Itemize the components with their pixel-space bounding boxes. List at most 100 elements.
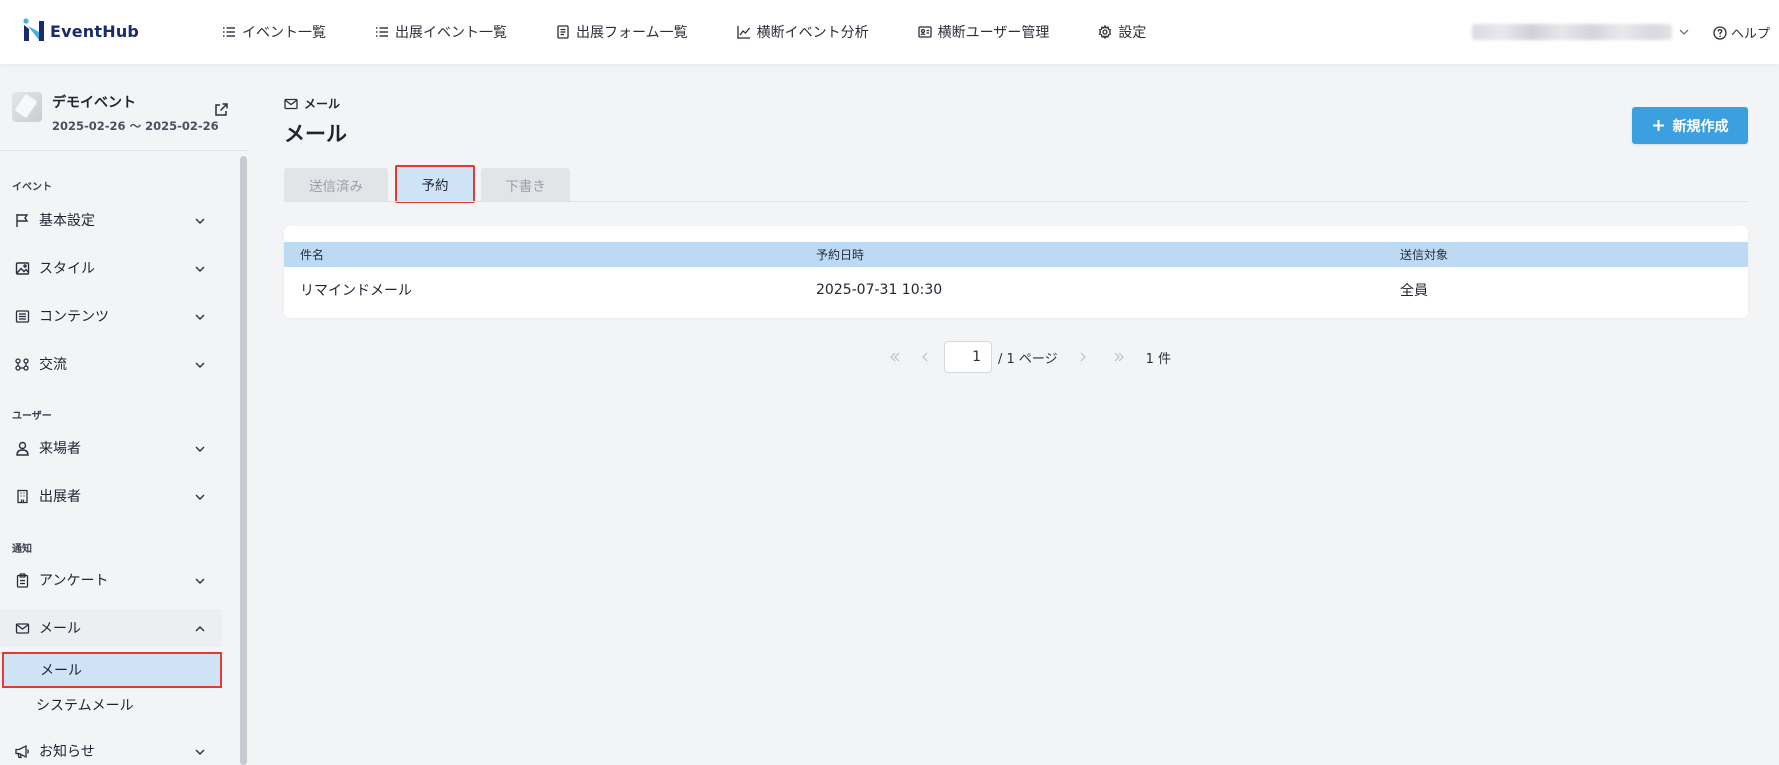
help-icon: [1713, 25, 1727, 40]
sidebar-subitem-system-mail[interactable]: システムメール: [0, 687, 222, 723]
event-dates: 2025-02-26 〜 2025-02-26: [52, 119, 219, 133]
sidebar-item-announcements[interactable]: お知らせ: [0, 732, 222, 765]
create-new-button[interactable]: 新規作成: [1632, 107, 1748, 144]
chevron-down-icon: [195, 362, 205, 368]
sidebar-item-label: 交流: [39, 357, 67, 373]
list-icon: [223, 27, 235, 37]
nav-cross-event-analytics[interactable]: 横断イベント分析: [736, 22, 869, 42]
sidebar-item-label: お知らせ: [39, 744, 95, 760]
tabs-divider: [284, 201, 1748, 202]
column-header-subject[interactable]: 件名: [300, 242, 324, 267]
page-number-input[interactable]: 1: [944, 341, 992, 373]
last-page-icon[interactable]: [1104, 342, 1134, 372]
create-new-label: 新規作成: [1672, 118, 1729, 135]
content-icon: [14, 308, 30, 324]
sidebar-item-contents[interactable]: コンテンツ: [0, 297, 222, 335]
user-card-icon: [917, 26, 932, 38]
nav-label: 横断ユーザー管理: [937, 25, 1050, 41]
flag-icon: [14, 212, 30, 228]
nav-event-list[interactable]: イベント一覧: [222, 22, 326, 42]
main-nav: イベント一覧 出展イベント一覧 出展フォーム一覧 横断イベント分析 横断ユーザー…: [222, 0, 1195, 64]
column-header-recipients[interactable]: 送信対象: [1400, 242, 1448, 267]
sidebar-item-label: 基本設定: [39, 213, 95, 229]
cell-subject: リマインドメール: [300, 282, 412, 299]
chevron-down-icon: [195, 314, 205, 320]
sidebar-item-survey[interactable]: アンケート: [0, 561, 222, 599]
sidebar-item-style[interactable]: スタイル: [0, 249, 222, 287]
mail-icon: [14, 620, 30, 636]
help-label: ヘルプ: [1731, 27, 1771, 42]
sidebar-subitem-mail[interactable]: メール: [2, 652, 222, 688]
next-page-icon[interactable]: [1068, 342, 1098, 372]
eventhub-logo[interactable]: EventHub: [22, 18, 139, 44]
tab-sent[interactable]: 送信済み: [284, 168, 388, 201]
tab-scheduled[interactable]: 予約: [395, 165, 475, 203]
chevron-down-icon: [195, 494, 205, 500]
account-menu[interactable]: [1472, 24, 1690, 40]
plus-icon: [1652, 120, 1664, 131]
cell-recipients: 全員: [1400, 282, 1428, 299]
nav-exhibit-event-list[interactable]: 出展イベント一覧: [375, 22, 507, 42]
mail-icon: [284, 98, 298, 109]
sidebar-item-networking[interactable]: 交流: [0, 345, 222, 383]
section-label-event: イベント: [12, 182, 52, 193]
pagination: 1 / 1 ページ 1 件: [880, 341, 1171, 373]
account-name-redacted: [1472, 24, 1672, 40]
list-icon: [376, 27, 388, 37]
person-icon: [14, 440, 30, 456]
chevron-down-icon: [195, 446, 205, 452]
section-label-notifications: 通知: [12, 544, 32, 555]
tab-drafts[interactable]: 下書き: [481, 168, 570, 201]
form-icon: [557, 25, 569, 39]
sidebar-item-label: スタイル: [39, 261, 95, 277]
breadcrumb-label: メール: [304, 97, 341, 111]
nav-settings[interactable]: 設定: [1098, 22, 1146, 42]
sidebar-item-label: アンケート: [39, 573, 109, 589]
image-icon: [14, 260, 30, 276]
page-total-label: / 1 ページ: [998, 351, 1058, 367]
sidebar: デモイベント 2025-02-26 〜 2025-02-26 イベント 基本設定…: [0, 64, 248, 765]
first-page-icon[interactable]: [880, 342, 910, 372]
sidebar-item-label: メール: [39, 621, 81, 637]
cell-scheduled-at: 2025-07-31 10:30: [816, 281, 943, 298]
sidebar-item-label: 出展者: [39, 489, 81, 505]
column-header-scheduled-at[interactable]: 予約日時: [816, 242, 864, 267]
chevron-down-icon: [195, 578, 205, 584]
nav-label: 設定: [1118, 25, 1147, 41]
sidebar-subitem-label: メール: [40, 663, 82, 679]
help-link[interactable]: ヘルプ: [1713, 23, 1770, 42]
sidebar-item-label: コンテンツ: [39, 309, 109, 325]
sidebar-subitem-label: システムメール: [36, 698, 134, 714]
chevron-down-icon: [1679, 29, 1689, 35]
chevron-down-icon: [195, 749, 205, 755]
sidebar-scrollbar[interactable]: [240, 156, 247, 765]
building-icon: [14, 488, 30, 504]
top-header: EventHub イベント一覧 出展イベント一覧 出展フォーム一覧 横断イベント…: [0, 0, 1779, 64]
event-thumbnail: [12, 92, 42, 122]
chevron-down-icon: [195, 218, 205, 224]
gear-icon: [1099, 25, 1112, 39]
table-row[interactable]: リマインドメール 2025-07-31 10:30 全員: [284, 267, 1748, 312]
network-icon: [14, 356, 30, 372]
sidebar-item-basic-settings[interactable]: 基本設定: [0, 201, 222, 239]
chevron-down-icon: [195, 266, 205, 272]
total-count-label: 1 件: [1145, 351, 1172, 367]
prev-page-icon[interactable]: [910, 342, 940, 372]
section-label-users: ユーザー: [12, 411, 52, 422]
sidebar-item-mail[interactable]: メール: [0, 609, 222, 647]
megaphone-icon: [14, 743, 30, 759]
mail-table: 件名 予約日時 送信対象 リマインドメール 2025-07-31 10:30 全…: [284, 226, 1748, 318]
chevron-up-icon: [195, 626, 205, 632]
nav-cross-user-management[interactable]: 横断ユーザー管理: [917, 22, 1050, 42]
sidebar-item-label: 来場者: [39, 441, 81, 457]
sidebar-item-visitors[interactable]: 来場者: [0, 429, 222, 467]
chart-icon: [736, 26, 750, 39]
sidebar-item-exhibitors[interactable]: 出展者: [0, 477, 222, 515]
external-link-icon[interactable]: [213, 102, 229, 118]
nav-label: 出展イベント一覧: [395, 25, 507, 41]
event-title: デモイベント: [52, 95, 136, 111]
table-header: 件名 予約日時 送信対象: [284, 242, 1748, 267]
event-card: デモイベント 2025-02-26 〜 2025-02-26: [12, 92, 219, 134]
app-name: EventHub: [50, 21, 140, 41]
nav-exhibit-form-list[interactable]: 出展フォーム一覧: [556, 22, 688, 42]
